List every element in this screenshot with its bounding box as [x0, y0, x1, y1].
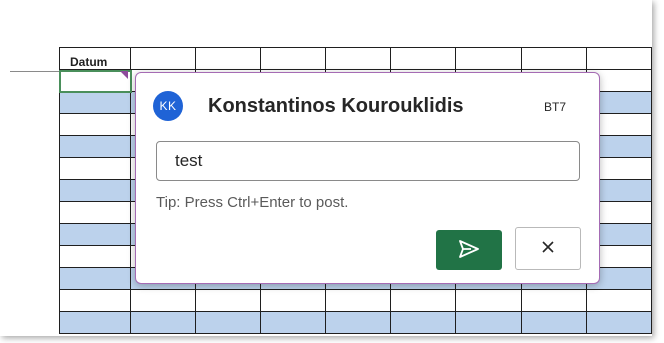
sheet-cell[interactable]	[59, 289, 131, 312]
sheet-cell[interactable]	[59, 223, 131, 246]
sheet-cell[interactable]	[325, 289, 392, 312]
sheet-cell[interactable]	[59, 135, 131, 158]
sheet-row	[59, 311, 652, 334]
comment-input[interactable]	[156, 141, 580, 181]
cancel-button[interactable]	[515, 227, 581, 270]
sheet-cell[interactable]	[259, 311, 327, 334]
header-cell[interactable]	[259, 47, 327, 70]
sheet-cell[interactable]	[129, 311, 196, 334]
author-name: Konstantinos Kourouklidis	[208, 95, 464, 117]
sheet-cell[interactable]	[325, 311, 392, 334]
sheet-cell[interactable]	[59, 201, 131, 224]
header-cell[interactable]	[585, 47, 652, 70]
sheet-cell[interactable]	[520, 289, 587, 312]
header-cell[interactable]	[455, 47, 522, 70]
sheet-cell[interactable]	[59, 91, 131, 114]
post-tip: Tip: Press Ctrl+Enter to post.	[156, 194, 349, 211]
sheet-cell[interactable]	[585, 289, 652, 312]
sheet-cell[interactable]	[59, 267, 131, 290]
sheet-cell[interactable]	[194, 311, 261, 334]
comment-popup: KK Konstantinos Kourouklidis BT7 Tip: Pr…	[135, 72, 600, 284]
sheet-cell[interactable]	[59, 311, 131, 334]
header-row: Datum	[59, 47, 652, 70]
header-cell[interactable]	[129, 47, 196, 70]
close-icon	[541, 240, 555, 257]
header-cell[interactable]	[325, 47, 392, 70]
sheet-cell[interactable]	[455, 289, 522, 312]
sheet-row	[59, 289, 652, 312]
header-cell[interactable]	[390, 47, 457, 70]
post-button[interactable]	[436, 230, 502, 270]
sheet-cell[interactable]	[585, 311, 652, 334]
sheet-cell[interactable]	[59, 179, 131, 202]
column-header-datum[interactable]: Datum	[59, 47, 131, 70]
spreadsheet-view: Datum KK Konstantinos Kourouklidis BT7 T…	[0, 0, 652, 336]
sheet-cell[interactable]	[259, 289, 327, 312]
row-divider-line	[10, 71, 60, 72]
avatar: KK	[153, 91, 183, 121]
sheet-cell[interactable]	[520, 311, 587, 334]
sheet-cell[interactable]	[390, 311, 457, 334]
sheet-cell[interactable]	[59, 113, 131, 136]
sheet-cell[interactable]	[59, 157, 131, 180]
cell-reference: BT7	[544, 100, 567, 114]
header-cell[interactable]	[520, 47, 587, 70]
sheet-cell[interactable]	[194, 289, 261, 312]
sheet-cell[interactable]	[129, 289, 196, 312]
sheet-cell[interactable]	[455, 311, 522, 334]
send-icon	[457, 239, 481, 262]
comment-indicator[interactable]	[120, 71, 128, 79]
header-cell[interactable]	[194, 47, 261, 70]
sheet-cell[interactable]	[59, 245, 131, 268]
sheet-cell[interactable]	[390, 289, 457, 312]
